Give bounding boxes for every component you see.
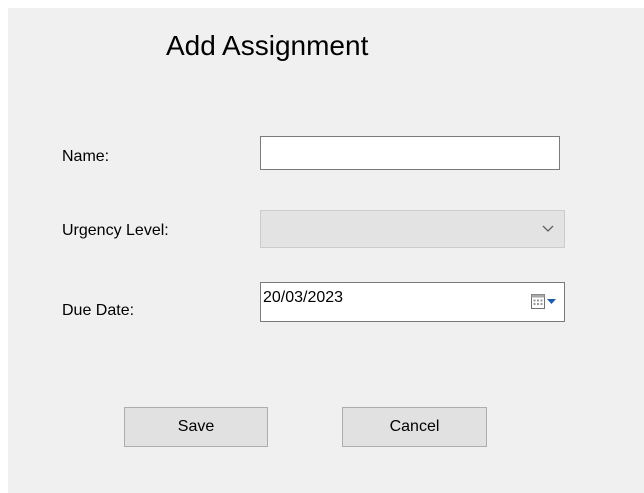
- calendar-icon[interactable]: [530, 293, 558, 311]
- due-date-picker[interactable]: 20/03/2023: [260, 282, 565, 322]
- dialog-title: Add Assignment: [166, 30, 369, 61]
- cancel-button[interactable]: Cancel: [342, 407, 487, 447]
- save-button[interactable]: Save: [124, 407, 268, 447]
- urgency-level-dropdown[interactable]: [260, 210, 565, 248]
- add-assignment-window: Add Assignment Name: Urgency Level: Due …: [8, 8, 644, 493]
- due-date-value[interactable]: 20/03/2023: [263, 289, 343, 307]
- name-label: Name:: [62, 148, 110, 165]
- due-date-label: Due Date:: [62, 302, 135, 319]
- chevron-down-icon: [542, 225, 554, 232]
- urgency-level-label: Urgency Level:: [62, 222, 169, 239]
- name-input[interactable]: [260, 136, 560, 170]
